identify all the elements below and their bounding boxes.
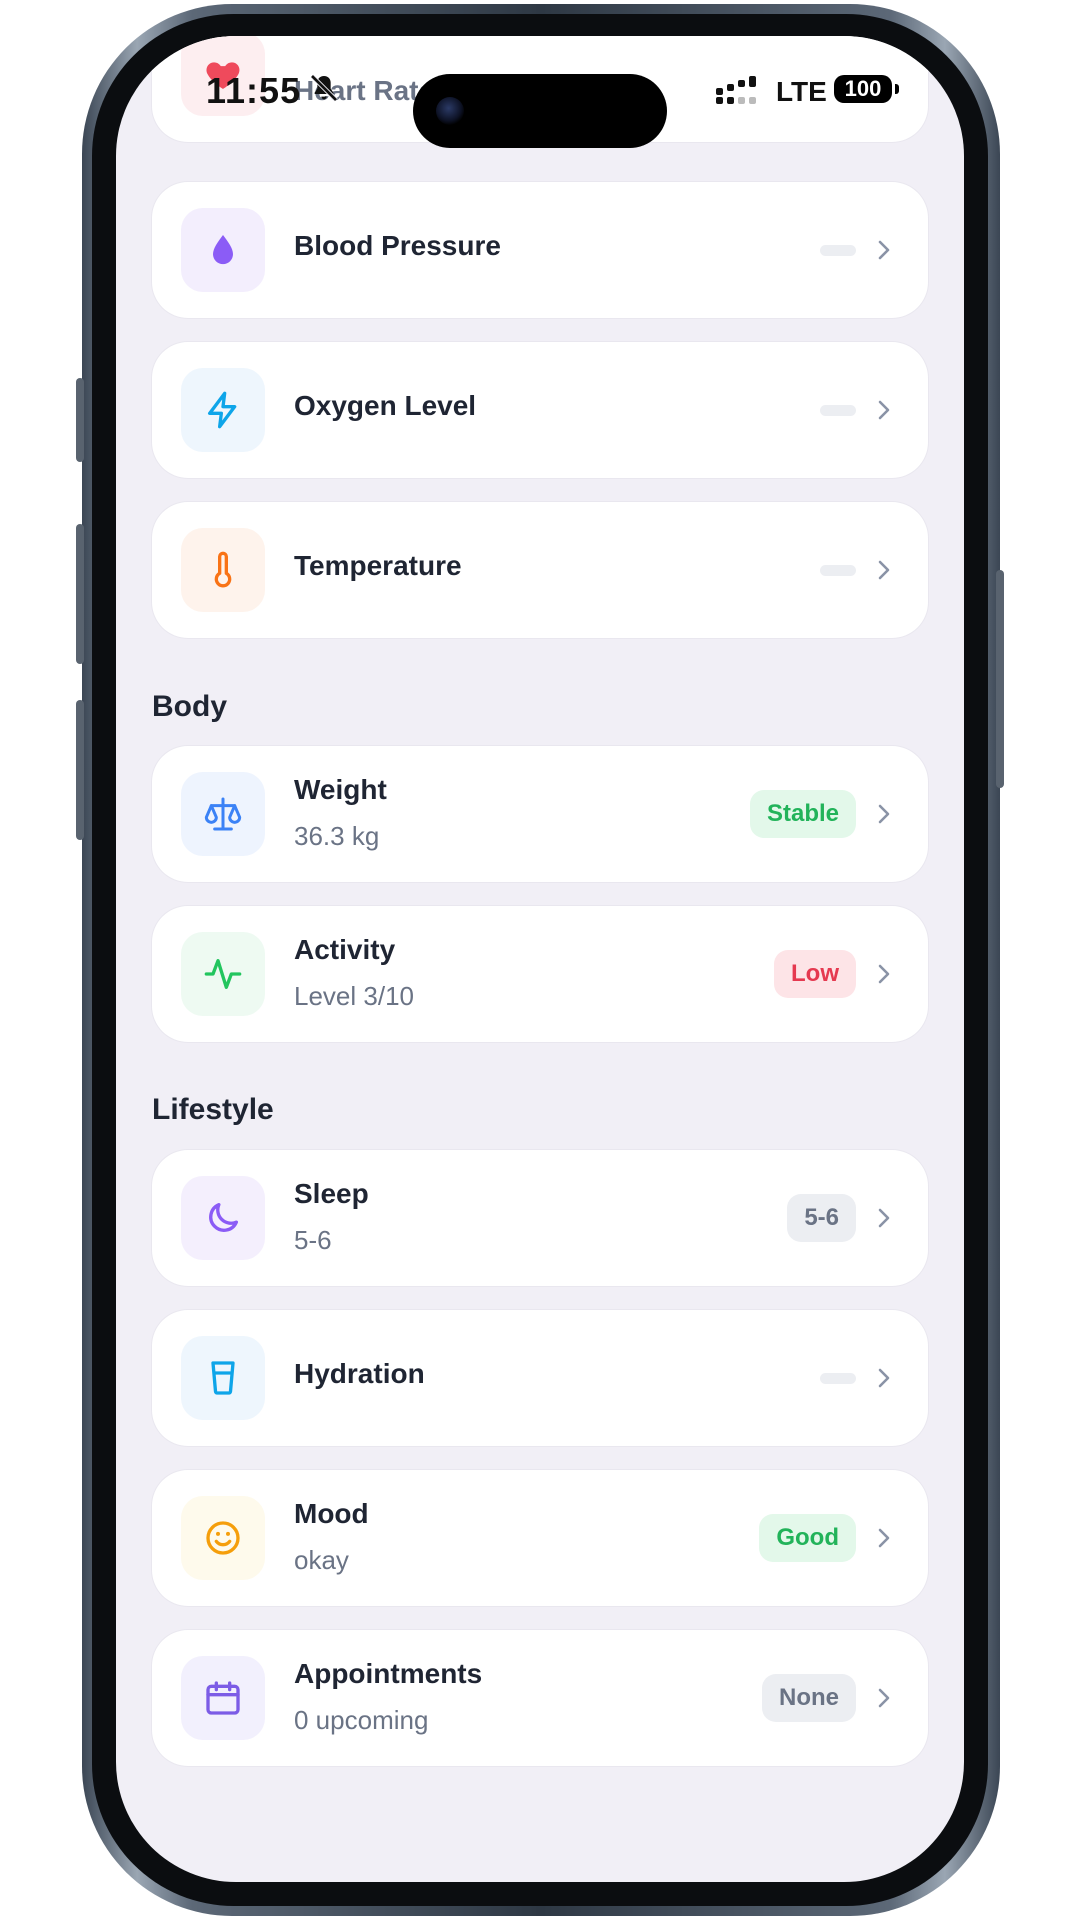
- card-title: Weight: [294, 774, 387, 805]
- volume-down-button: [76, 700, 84, 840]
- chevron-right-icon: [878, 964, 890, 984]
- icon-container: [181, 932, 265, 1016]
- card-subtitle: 5-6: [294, 1225, 332, 1255]
- icon-container: [181, 1336, 265, 1420]
- empty-value-placeholder: [820, 1373, 856, 1384]
- card-title: Appointments: [294, 1658, 483, 1689]
- card-activity[interactable]: Activity Level 3/10 Low: [152, 906, 928, 1042]
- screen: Heart Rate 11:55 LTE 100 Blood Pressure …: [116, 36, 964, 1882]
- card-title: Mood: [294, 1498, 369, 1529]
- icon-container: [181, 208, 265, 292]
- signal-icon: [716, 76, 756, 104]
- chevron-right-icon: [878, 1528, 890, 1548]
- glass-icon: [211, 1361, 235, 1395]
- droplet-icon: [213, 235, 233, 265]
- card-title: Sleep: [294, 1178, 369, 1209]
- moon-icon: [209, 1203, 238, 1232]
- chevron-right-icon: [878, 400, 890, 420]
- lightning-icon: [208, 391, 237, 429]
- chevron-right-icon: [878, 804, 890, 824]
- thermometer-icon: [214, 551, 232, 588]
- front-camera: [436, 97, 464, 125]
- card-title: Blood Pressure: [294, 230, 501, 261]
- chevron-right-icon: [878, 560, 890, 580]
- card-subtitle: okay: [294, 1545, 349, 1575]
- icon-container: [181, 1496, 265, 1580]
- empty-value-placeholder: [820, 405, 856, 416]
- icon-container: [181, 1656, 265, 1740]
- status-time: 11:55: [206, 70, 302, 111]
- card-title: Oxygen Level: [294, 390, 477, 421]
- card-blood-pressure[interactable]: Blood Pressure: [152, 182, 928, 318]
- action-button: [76, 378, 84, 462]
- status-badge: None: [762, 1674, 856, 1722]
- card-title: Activity: [294, 934, 396, 965]
- section-title-lifestyle: Lifestyle: [152, 1093, 274, 1126]
- icon-container: [181, 528, 265, 612]
- dynamic-island: [413, 74, 667, 148]
- card-temperature[interactable]: Temperature: [152, 502, 928, 638]
- network-type: LTE: [776, 76, 827, 107]
- card-title: Hydration: [294, 1358, 425, 1389]
- power-button: [996, 570, 1004, 788]
- card-sleep[interactable]: Sleep 5-6 5-6: [152, 1150, 928, 1286]
- status-badge: Good: [759, 1514, 856, 1562]
- calendar-icon: [206, 1681, 240, 1715]
- chevron-right-icon: [878, 1208, 890, 1228]
- volume-up-button: [76, 524, 84, 664]
- card-subtitle: 0 upcoming: [294, 1705, 429, 1735]
- battery-tip: [895, 84, 899, 94]
- chevron-right-icon: [878, 240, 890, 260]
- status-badge: Stable: [749, 790, 856, 838]
- scale-icon: [204, 797, 242, 831]
- smiley-icon: [206, 1521, 240, 1555]
- pulse-icon: [204, 959, 242, 989]
- card-oxygen-level[interactable]: Oxygen Level: [152, 342, 928, 478]
- status-badge: 5-6: [787, 1194, 856, 1242]
- icon-container: [181, 772, 265, 856]
- card-subtitle: 36.3 kg: [294, 821, 380, 851]
- icon-container: [181, 368, 265, 452]
- battery-indicator: 100: [834, 75, 892, 103]
- chevron-right-icon: [878, 1688, 890, 1708]
- card-appointments[interactable]: Appointments 0 upcoming None: [152, 1630, 928, 1766]
- card-title: Temperature: [294, 550, 462, 581]
- card-subtitle: Level 3/10: [294, 981, 414, 1011]
- chevron-right-icon: [878, 1368, 890, 1388]
- empty-value-placeholder: [820, 565, 856, 576]
- card-mood[interactable]: Mood okay Good: [152, 1470, 928, 1606]
- section-title-body: Body: [152, 690, 227, 723]
- status-badge: Low: [774, 950, 856, 998]
- card-hydration[interactable]: Hydration: [152, 1310, 928, 1446]
- empty-value-placeholder: [820, 245, 856, 256]
- icon-container: [181, 1176, 265, 1260]
- silent-bell-icon: [310, 74, 338, 102]
- card-weight[interactable]: Weight 36.3 kg Stable: [152, 746, 928, 882]
